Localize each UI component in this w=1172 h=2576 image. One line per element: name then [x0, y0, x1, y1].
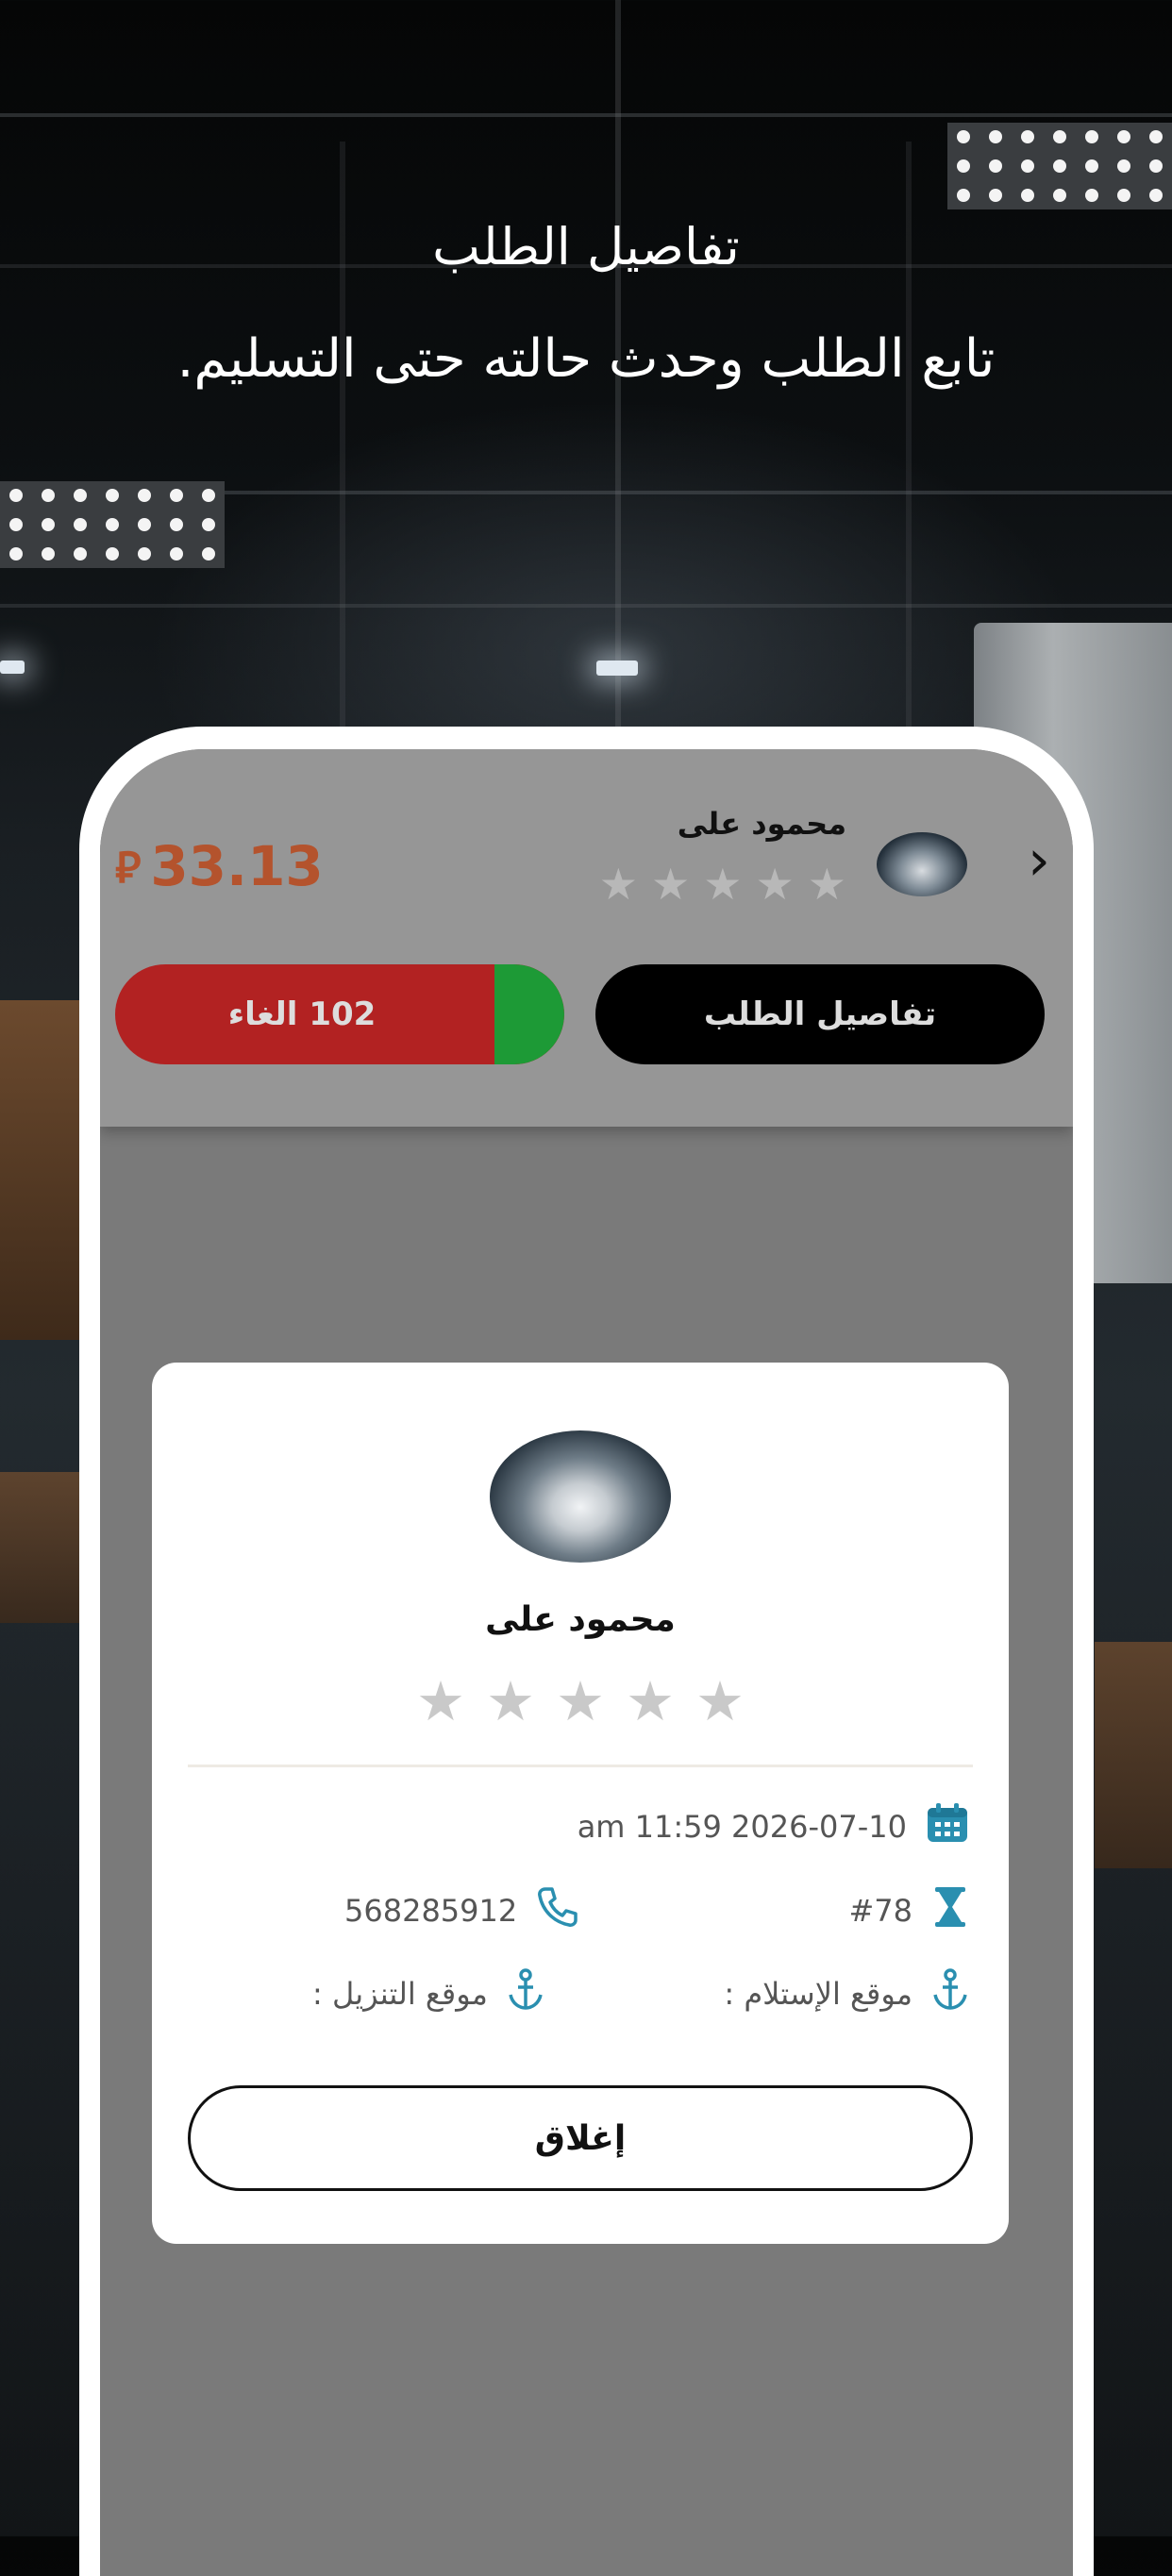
riyal-icon: ⃁ [115, 842, 142, 893]
dropoff-row: موقع التنزيل : [312, 1968, 544, 2018]
hourglass-icon [931, 1885, 969, 1935]
cancel-slider-button[interactable]: 102 الغاء [115, 964, 564, 1064]
modal-customer-name: محمود على [485, 1600, 676, 1639]
star-icon: ★ [598, 859, 638, 910]
star-icon: ★ [807, 859, 846, 910]
customer-name: محمود على [677, 806, 846, 842]
star-icon[interactable]: ★ [486, 1674, 535, 1729]
order-details-modal: محمود على ★ ★ ★ ★ ★ am 11:59 2026-07-10 … [152, 1363, 1009, 2244]
order-datetime-row: am 11:59 2026-07-10 [578, 1802, 969, 1850]
customer-rating: ★ ★ ★ ★ ★ [599, 862, 846, 906]
dropoff-label: موقع التنزيل : [312, 1975, 488, 2012]
price-value: 33.13 [150, 834, 324, 898]
anchor-icon [507, 1968, 544, 2018]
star-icon: ★ [703, 859, 743, 910]
chevron-right-icon[interactable]: › [1028, 832, 1050, 889]
order-number: #78 [848, 1892, 912, 1929]
order-card: ⃁ 33.13 محمود على ★ ★ ★ ★ ★ › تفاصيل الط… [100, 749, 1073, 1127]
star-icon[interactable]: ★ [556, 1674, 605, 1729]
phone-row[interactable]: 568285912 [344, 1885, 579, 1935]
modal-rating: ★ ★ ★ ★ ★ [152, 1674, 1009, 1729]
page-subtitle: تابع الطلب وحدث حالته حتى التسليم. [176, 328, 996, 390]
star-icon: ★ [651, 859, 691, 910]
divider [188, 1765, 973, 1767]
page-title: تفاصيل الطلب [432, 217, 740, 276]
star-icon[interactable]: ★ [695, 1674, 745, 1729]
decorative-dot-grid [0, 481, 225, 568]
star-icon[interactable]: ★ [626, 1674, 675, 1729]
customer-photo [490, 1430, 671, 1563]
pickup-label: موقع الإستلام : [724, 1975, 912, 2012]
pickup-row: موقع الإستلام : [724, 1968, 969, 2018]
cancel-label: 102 الغاء [227, 995, 377, 1033]
star-icon: ★ [755, 859, 795, 910]
order-number-row: #78 [848, 1885, 969, 1935]
close-button[interactable]: إغلاق [188, 2085, 973, 2191]
slider-handle[interactable] [494, 964, 564, 1064]
decorative-dot-grid [947, 123, 1172, 209]
order-datetime: am 11:59 2026-07-10 [577, 1808, 907, 1845]
calendar-icon [926, 1802, 969, 1850]
order-price: ⃁ 33.13 [115, 834, 324, 898]
star-icon[interactable]: ★ [416, 1674, 465, 1729]
customer-avatar[interactable] [877, 832, 967, 896]
phone-icon[interactable] [536, 1885, 579, 1935]
anchor-icon [931, 1968, 969, 2018]
phone-number[interactable]: 568285912 [344, 1893, 517, 1929]
order-details-button[interactable]: تفاصيل الطلب [595, 964, 1045, 1064]
